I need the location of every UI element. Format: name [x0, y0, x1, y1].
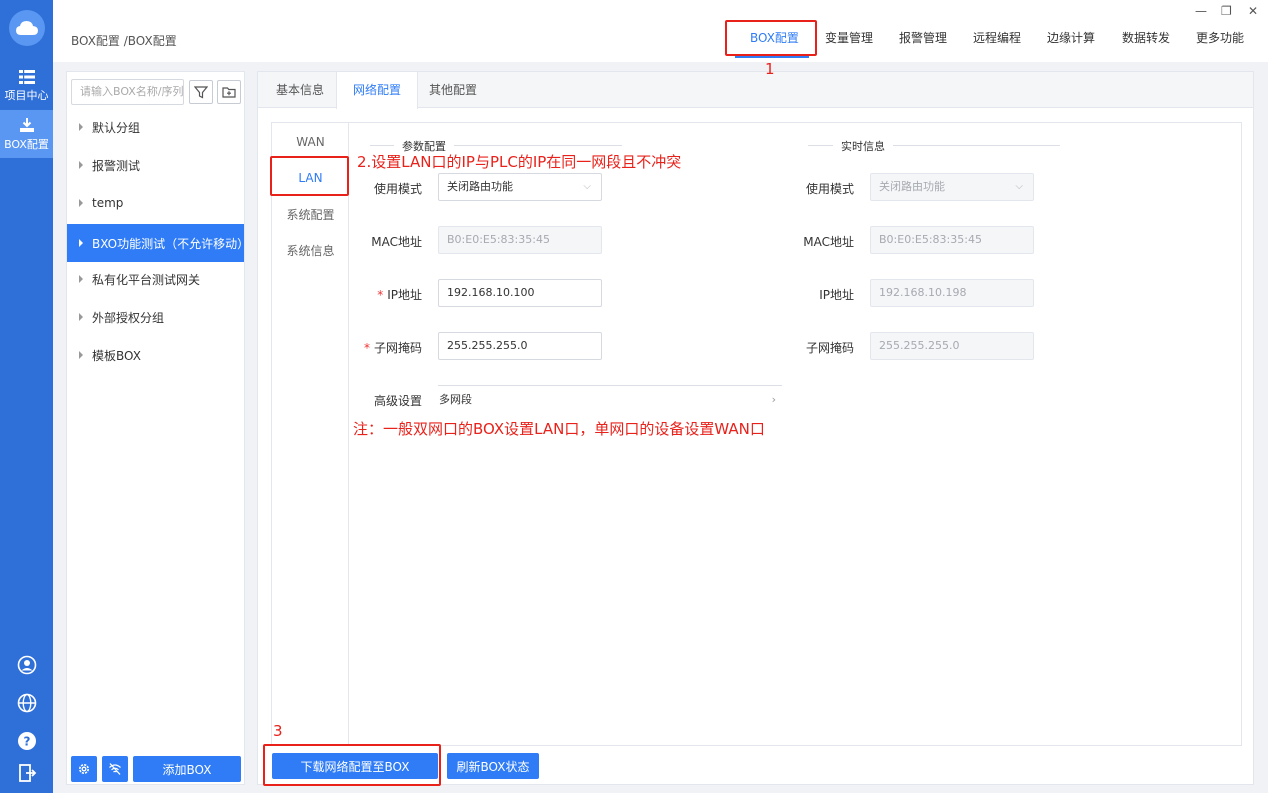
- group-item[interactable]: 私有化平台测试网关: [67, 260, 244, 298]
- ip-input[interactable]: 192.168.10.100: [438, 279, 602, 307]
- group-panel: 请输入BOX名称/序列 默认分组 报警测试 temp BXO功能测试（不允许移动…: [66, 71, 250, 785]
- annotation-box-step2: [270, 156, 349, 196]
- group-item[interactable]: 报警测试: [67, 146, 244, 184]
- group-label: temp: [92, 196, 124, 210]
- restore-icon[interactable]: ❐: [1221, 4, 1232, 18]
- mask-label: * 子网掩码: [363, 341, 422, 355]
- add-folder-button[interactable]: [217, 80, 241, 104]
- tab-basic-info[interactable]: 基本信息: [260, 72, 340, 108]
- group-item[interactable]: 外部授权分组: [67, 298, 244, 336]
- tab-bar: 基本信息 网络配置 其他配置: [258, 72, 1253, 109]
- add-box-button[interactable]: 添加BOX: [133, 756, 241, 782]
- realtime-ip-field: 192.168.10.198: [870, 279, 1034, 307]
- annotation-note: 注：一般双网口的BOX设置LAN口，单网口的设备设置WAN口: [353, 420, 765, 438]
- advanced-label: 高级设置: [373, 394, 422, 408]
- annotation-step1: 1: [765, 60, 775, 78]
- gear-icon: [79, 764, 89, 774]
- filter-button[interactable]: [189, 80, 213, 104]
- user-icon[interactable]: [17, 655, 37, 675]
- minimize-icon[interactable]: —: [1195, 4, 1207, 18]
- subnav-system-info[interactable]: 系统信息: [272, 233, 349, 269]
- group-item[interactable]: temp: [67, 184, 244, 222]
- rail-item-project-center[interactable]: 项目中心: [0, 62, 53, 110]
- folder-plus-icon: [222, 87, 236, 98]
- refresh-box-status-button[interactable]: 刷新BOX状态: [447, 753, 539, 779]
- chevron-right-icon: ›: [771, 393, 776, 406]
- advanced-value: 多网段: [439, 393, 472, 406]
- rail-item-label: 项目中心: [4, 88, 49, 102]
- rail-item-label: BOX配置: [4, 137, 49, 151]
- mac-field: B0:E0:E5:83:35:45: [438, 226, 602, 254]
- caret-right-icon: [79, 199, 83, 207]
- menu-data-forwarding[interactable]: 数据转发: [1122, 29, 1170, 46]
- left-rail: 项目中心 BOX配置 ?: [0, 0, 53, 793]
- caret-right-icon: [79, 351, 83, 359]
- annotation-box-step1: [725, 20, 817, 56]
- box-search-input[interactable]: 请输入BOX名称/序列: [71, 79, 184, 105]
- svg-text:?: ?: [24, 735, 31, 749]
- wifi-off-icon: [109, 763, 121, 775]
- realtime-mode-value: 关闭路由功能: [879, 180, 945, 193]
- grid-list-icon: [18, 69, 35, 84]
- settings-button[interactable]: [71, 756, 97, 782]
- menu-more-functions[interactable]: 更多功能: [1196, 29, 1244, 46]
- realtime-mode-label: 使用模式: [805, 182, 854, 196]
- caret-right-icon: [79, 313, 83, 321]
- realtime-mask-field: 255.255.255.0: [870, 332, 1034, 360]
- close-icon[interactable]: ✕: [1248, 4, 1258, 18]
- menu-remote-programming[interactable]: 远程编程: [973, 29, 1021, 46]
- caret-right-icon: [79, 275, 83, 283]
- subnav-system-config[interactable]: 系统配置: [272, 197, 349, 233]
- subnav-wan[interactable]: WAN: [272, 124, 349, 160]
- caret-right-icon: [79, 161, 83, 169]
- globe-icon[interactable]: [17, 693, 37, 713]
- mask-input[interactable]: 255.255.255.0: [438, 332, 602, 360]
- annotation-step3: 3: [273, 722, 283, 740]
- realtime-mode-select: 关闭路由功能 ⌵: [870, 173, 1034, 201]
- app-logo-icon: [9, 10, 45, 46]
- annotation-box-step3: [263, 744, 441, 786]
- group-label: 外部授权分组: [92, 310, 165, 325]
- mac-label: MAC地址: [371, 235, 422, 249]
- realtime-section-title: 实时信息: [833, 138, 893, 154]
- annotation-step2: 2.设置LAN口的IP与PLC的IP在同一网段且不冲突: [357, 153, 682, 171]
- top-bar: BOX配置 /BOX配置 BOX配置 变量管理 报警管理 远程编程 边缘计算 数…: [53, 0, 1268, 62]
- menu-alarm-management[interactable]: 报警管理: [899, 29, 947, 46]
- group-label: 模板BOX: [92, 348, 141, 363]
- help-icon[interactable]: ?: [17, 731, 37, 751]
- menu-edge-computing[interactable]: 边缘计算: [1047, 29, 1095, 46]
- group-label: BXO功能测试（不允许移动）: [92, 236, 250, 251]
- caret-right-icon: [79, 123, 83, 131]
- sub-nav: WAN LAN 系统配置 系统信息: [272, 123, 349, 745]
- mode-label: 使用模式: [373, 182, 422, 196]
- realtime-mac-label: MAC地址: [803, 235, 854, 249]
- chevron-down-icon: ⌵: [1015, 181, 1023, 192]
- menu-variable-management[interactable]: 变量管理: [825, 29, 873, 46]
- caret-right-icon: [79, 239, 83, 247]
- rail-item-box-config[interactable]: BOX配置: [0, 110, 53, 158]
- chevron-down-icon: ⌵: [583, 181, 591, 192]
- logout-icon[interactable]: [17, 763, 37, 783]
- tab-network-config[interactable]: 网络配置: [336, 72, 419, 109]
- filter-icon: [194, 86, 208, 99]
- tab-other-config[interactable]: 其他配置: [413, 72, 493, 108]
- realtime-mac-field: B0:E0:E5:83:35:45: [870, 226, 1034, 254]
- mode-select[interactable]: 关闭路由功能 ⌵: [438, 173, 602, 201]
- ip-label: * IP地址: [377, 288, 422, 302]
- group-item[interactable]: 模板BOX: [67, 336, 244, 374]
- mode-value: 关闭路由功能: [447, 180, 513, 193]
- group-label: 报警测试: [92, 158, 141, 173]
- breadcrumb: BOX配置 /BOX配置: [71, 34, 177, 48]
- download-icon: [19, 117, 34, 132]
- group-label: 私有化平台测试网关: [92, 272, 201, 287]
- wifi-off-button[interactable]: [102, 756, 128, 782]
- realtime-ip-label: IP地址: [819, 288, 854, 302]
- realtime-mask-label: 子网掩码: [805, 341, 854, 355]
- group-item[interactable]: 默认分组: [67, 108, 244, 146]
- advanced-settings-row[interactable]: 多网段 ›: [438, 386, 782, 414]
- group-item-active[interactable]: BXO功能测试（不允许移动）: [67, 224, 250, 262]
- group-label: 默认分组: [92, 120, 141, 135]
